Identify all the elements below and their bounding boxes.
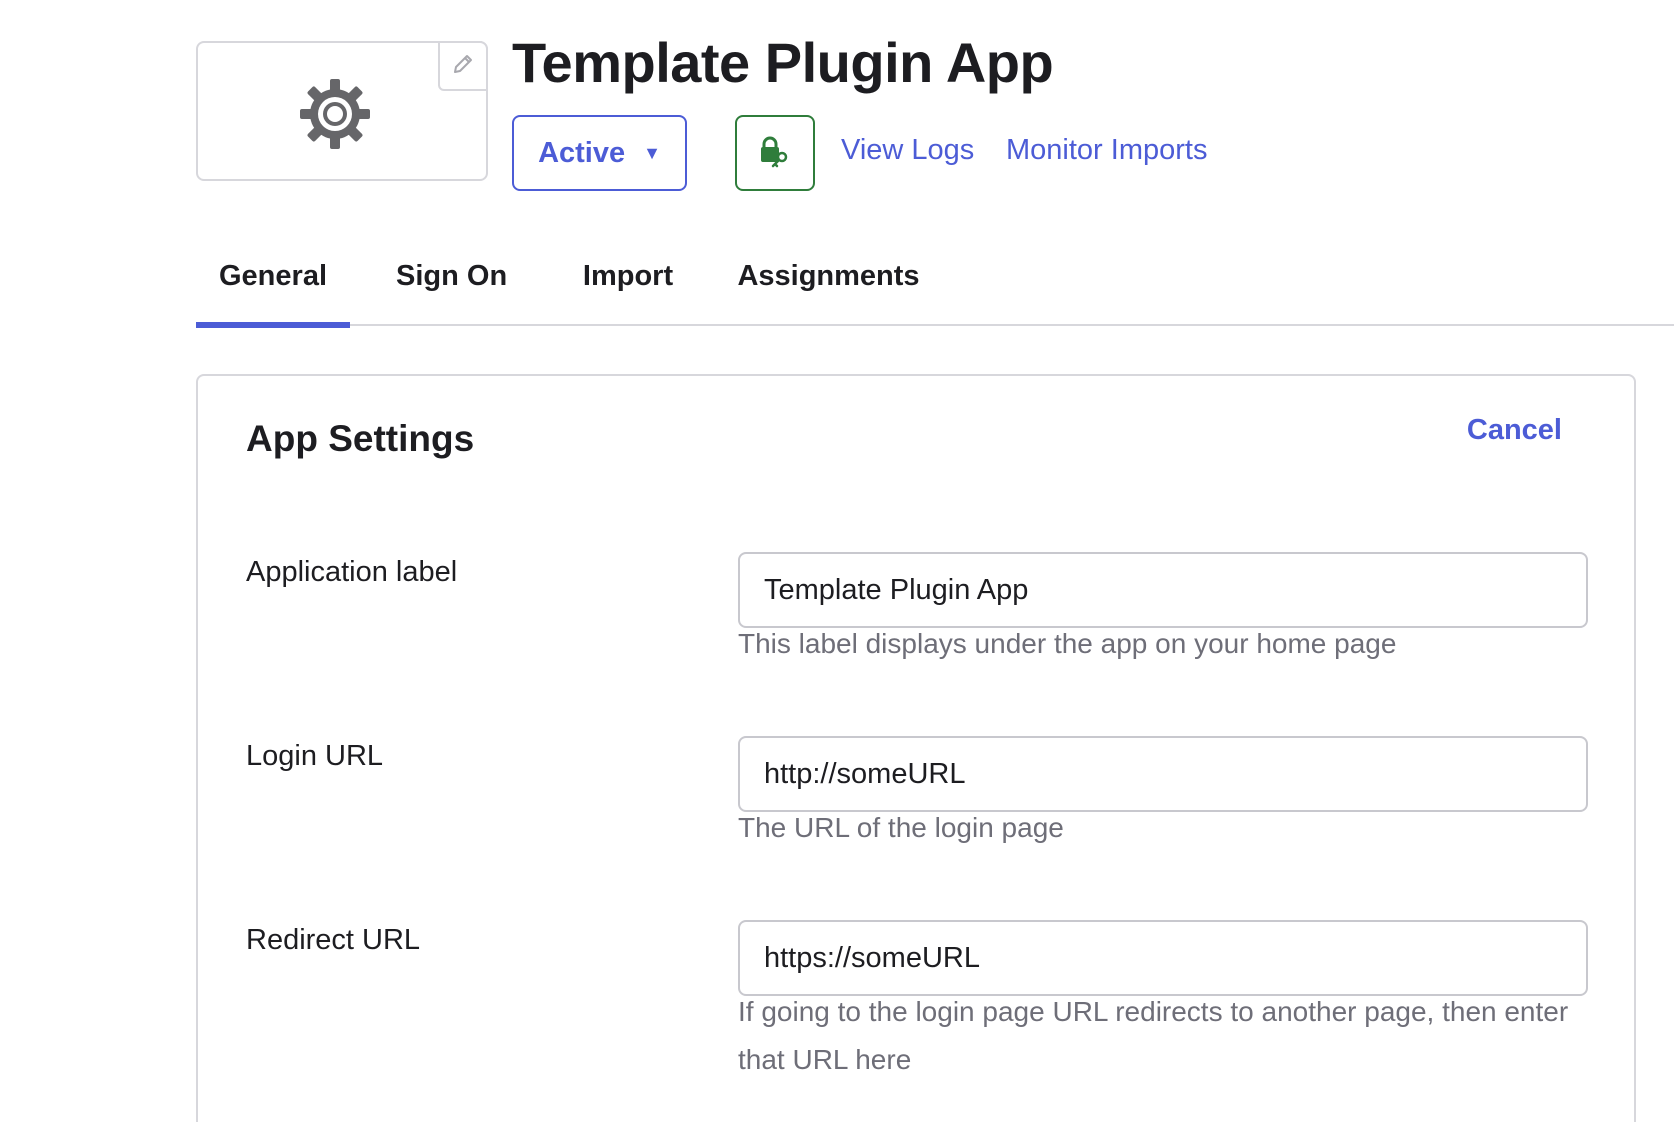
app-detail-page: Template Plugin App Active ▼ View Logs M… (0, 0, 1674, 1122)
provisioning-button[interactable] (735, 115, 815, 191)
application-label-input[interactable] (738, 552, 1588, 628)
status-dropdown-button[interactable]: Active ▼ (512, 115, 687, 191)
application-label-label: Application label (246, 556, 458, 588)
app-settings-card: App Settings Cancel Application label Th… (196, 374, 1636, 1122)
view-logs-link[interactable]: View Logs (841, 134, 974, 167)
tab-general[interactable]: General (196, 260, 350, 328)
edit-logo-button[interactable] (438, 41, 488, 91)
lock-key-icon (758, 135, 792, 172)
application-label-help: This label displays under the app on you… (738, 628, 1397, 659)
login-url-help: The URL of the login page (738, 812, 1064, 843)
redirect-url-label: Redirect URL (246, 924, 421, 956)
cancel-button[interactable]: Cancel (1467, 414, 1562, 447)
gear-icon (298, 77, 372, 151)
login-url-label: Login URL (246, 740, 384, 772)
pencil-icon (451, 52, 475, 81)
app-logo-box (196, 41, 488, 181)
app-settings-title: App Settings (246, 418, 475, 459)
tab-bar: General Sign On Import Assignments (196, 250, 1674, 328)
app-title: Template Plugin App (512, 31, 1054, 94)
tab-sign-on[interactable]: Sign On (396, 260, 507, 326)
status-label: Active (538, 136, 626, 169)
login-url-input[interactable] (738, 736, 1588, 812)
redirect-url-help: If going to the login page URL redirects… (738, 996, 1569, 1075)
caret-down-icon: ▼ (643, 143, 661, 163)
monitor-imports-link[interactable]: Monitor Imports (1006, 134, 1207, 167)
tab-assignments[interactable]: Assignments (736, 260, 921, 326)
tab-import[interactable]: Import (573, 260, 683, 326)
redirect-url-input[interactable] (738, 920, 1588, 996)
